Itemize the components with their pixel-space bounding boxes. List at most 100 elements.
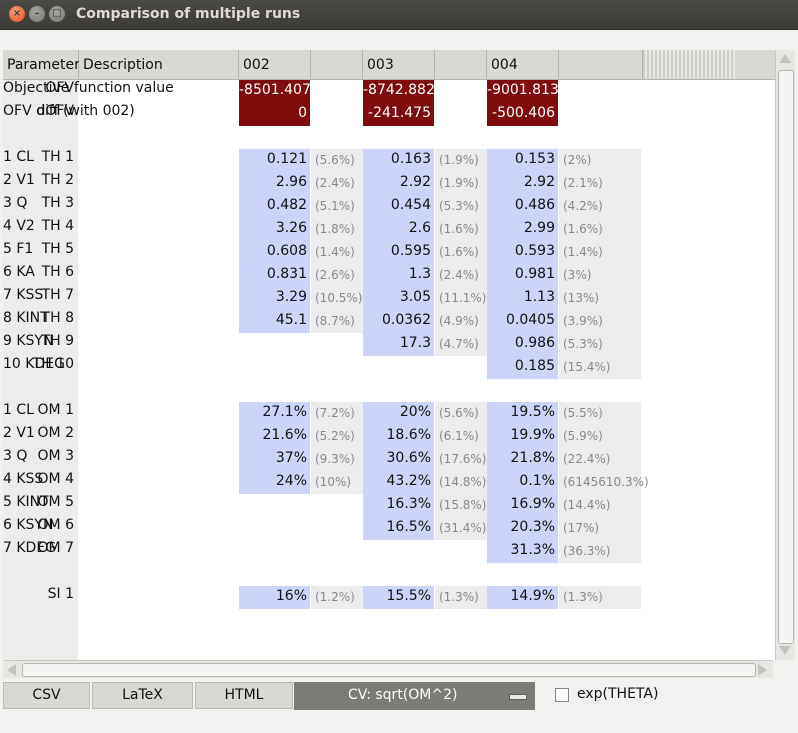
value-cell[interactable]: 0.482 [239, 195, 310, 218]
rse-cell[interactable]: (1.3%) [559, 586, 641, 609]
value-cell[interactable]: 21.8% [487, 448, 558, 471]
header-parameter[interactable]: Parameter [3, 50, 80, 80]
value-cell[interactable]: 14.9% [487, 586, 558, 609]
rse-cell[interactable]: (1.2%) [311, 586, 364, 609]
ofv-cell[interactable]: 0 [239, 103, 310, 126]
rse-cell[interactable]: (8.7%) [311, 310, 364, 333]
scroll-up-icon[interactable] [779, 54, 791, 63]
rse-cell[interactable]: (15.8%) [435, 494, 488, 517]
rse-cell[interactable]: (2.1%) [559, 172, 641, 195]
rse-cell[interactable]: (22.4%) [559, 448, 641, 471]
minimize-icon[interactable]: – [29, 6, 45, 22]
value-cell[interactable]: 19.5% [487, 402, 558, 425]
rse-cell[interactable]: (17%) [559, 517, 641, 540]
param-description[interactable]: 10 KDEG [3, 356, 65, 372]
param-description[interactable]: 8 KINT [3, 310, 49, 326]
exp-theta-checkbox[interactable] [555, 688, 569, 702]
value-cell[interactable]: 0.0362 [363, 310, 434, 333]
value-cell[interactable]: 1.13 [487, 287, 558, 310]
value-cell[interactable]: 2.99 [487, 218, 558, 241]
value-cell[interactable]: 20% [363, 402, 434, 425]
close-icon[interactable]: × [9, 6, 25, 22]
value-cell[interactable]: 3.05 [363, 287, 434, 310]
rse-cell[interactable]: (1.8%) [311, 218, 364, 241]
rse-cell[interactable]: (5.3%) [435, 195, 488, 218]
rse-cell[interactable]: (9.3%) [311, 448, 364, 471]
value-cell[interactable]: 2.96 [239, 172, 310, 195]
rse-cell[interactable]: (5.6%) [435, 402, 488, 425]
rse-cell[interactable]: (36.3%) [559, 540, 641, 563]
rse-cell[interactable]: (4.7%) [435, 333, 488, 356]
value-cell[interactable]: 3.29 [239, 287, 310, 310]
value-cell[interactable]: 30.6% [363, 448, 434, 471]
param-description[interactable]: 7 KSS [3, 287, 43, 303]
header-run-002-rse[interactable] [311, 50, 363, 80]
rse-cell[interactable]: (7.2%) [311, 402, 364, 425]
rse-cell[interactable]: (1.4%) [559, 241, 641, 264]
value-cell[interactable]: 27.1% [239, 402, 310, 425]
param-description[interactable]: 5 F1 [3, 241, 33, 257]
value-cell[interactable]: 2.6 [363, 218, 434, 241]
export-html-button[interactable]: HTML [195, 682, 293, 709]
value-cell[interactable]: 0.831 [239, 264, 310, 287]
header-description[interactable]: Description [79, 50, 239, 80]
value-cell[interactable]: 0.981 [487, 264, 558, 287]
rse-cell[interactable]: (1.9%) [435, 172, 488, 195]
rse-cell[interactable]: (2.4%) [435, 264, 488, 287]
value-cell[interactable]: 45.1 [239, 310, 310, 333]
value-cell[interactable]: 16.3% [363, 494, 434, 517]
param-description[interactable]: 5 KINT [3, 494, 49, 510]
rse-cell[interactable]: (3.9%) [559, 310, 641, 333]
ofv-cell[interactable]: -241.475 [363, 103, 434, 126]
cv-select[interactable]: CV: sqrt(OM^2) [294, 682, 535, 710]
vertical-scrollbar[interactable] [775, 50, 795, 660]
value-cell[interactable]: 21.6% [239, 425, 310, 448]
rse-cell[interactable]: (14.4%) [559, 494, 641, 517]
value-cell[interactable]: 19.9% [487, 425, 558, 448]
value-cell[interactable]: 0.486 [487, 195, 558, 218]
header-run-003[interactable]: 003 [363, 50, 435, 80]
maximize-icon[interactable]: □ [49, 6, 65, 22]
ofv-cell[interactable]: -500.406 [487, 103, 558, 126]
exp-theta-label[interactable]: exp(THETA) [577, 686, 658, 702]
rse-cell[interactable]: (6145610.3%) [559, 471, 649, 494]
value-cell[interactable]: 0.593 [487, 241, 558, 264]
param-description[interactable]: 9 KSYN [3, 333, 53, 349]
rse-cell[interactable]: (31.4%) [435, 517, 488, 540]
ofv-cell[interactable]: -8501.407 [239, 80, 311, 103]
value-cell[interactable]: 0.153 [487, 149, 558, 172]
rse-cell[interactable]: (5.1%) [311, 195, 364, 218]
param-description[interactable]: 6 KSYN [3, 517, 53, 533]
param-description[interactable]: Objective function value [3, 80, 174, 96]
rse-cell[interactable]: (17.6%) [435, 448, 488, 471]
param-description[interactable]: 3 Q [3, 448, 27, 464]
value-cell[interactable]: 3.26 [239, 218, 310, 241]
value-cell[interactable]: 0.121 [239, 149, 310, 172]
rse-cell[interactable]: (4.2%) [559, 195, 641, 218]
rse-cell[interactable]: (15.4%) [559, 356, 641, 379]
scroll-left-icon[interactable] [7, 664, 16, 676]
param-description[interactable]: 7 KDEG [3, 540, 56, 556]
rse-cell[interactable]: (10.5%) [311, 287, 364, 310]
param-description[interactable]: OFV diff (with 002) [3, 103, 135, 119]
param-description[interactable]: 2 V1 [3, 172, 35, 188]
vertical-scroll-thumb[interactable] [778, 70, 794, 644]
header-run-002[interactable]: 002 [239, 50, 311, 80]
value-cell[interactable]: 15.5% [363, 586, 434, 609]
param-description[interactable]: 3 Q [3, 195, 27, 211]
horizontal-scroll-thumb[interactable] [22, 663, 756, 677]
ofv-cell[interactable]: -8742.882 [363, 80, 435, 103]
rse-cell[interactable]: (14.8%) [435, 471, 488, 494]
header-run-004-rse[interactable] [559, 50, 643, 80]
column-resize-grip[interactable] [643, 50, 735, 80]
rse-cell[interactable]: (1.6%) [435, 241, 488, 264]
value-cell[interactable]: 20.3% [487, 517, 558, 540]
value-cell[interactable]: 0.163 [363, 149, 434, 172]
param-description[interactable]: 1 CL [3, 149, 34, 165]
rse-cell[interactable]: (6.1%) [435, 425, 488, 448]
rse-cell[interactable]: (1.3%) [435, 586, 488, 609]
value-cell[interactable]: 24% [239, 471, 310, 494]
value-cell[interactable]: 16% [239, 586, 310, 609]
rse-cell[interactable]: (1.6%) [559, 218, 641, 241]
value-cell[interactable]: 2.92 [363, 172, 434, 195]
